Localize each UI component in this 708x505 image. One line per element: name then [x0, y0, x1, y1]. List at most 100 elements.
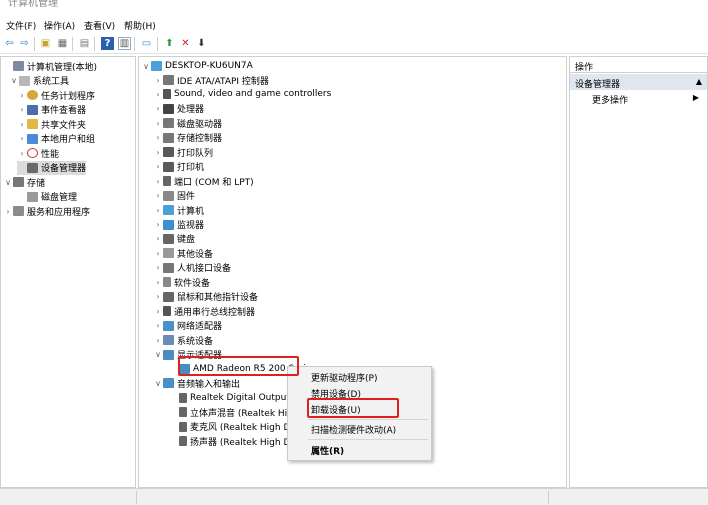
monitor-icon[interactable]: ▭ — [140, 37, 153, 50]
uninstall-icon[interactable]: ✕ — [179, 37, 192, 50]
cpu-icon — [163, 103, 174, 114]
expand-icon[interactable]: › — [153, 76, 163, 85]
device-category[interactable]: › 系统设备 — [153, 333, 213, 347]
expand-icon[interactable]: › — [3, 207, 13, 216]
expand-icon[interactable]: › — [17, 134, 27, 143]
menu-properties[interactable]: 属性(R) — [311, 444, 344, 457]
nav-item[interactable]: ∨ 系统工具 — [9, 74, 69, 88]
expand-icon[interactable]: › — [153, 234, 163, 243]
console-view-icon[interactable]: ▥ — [118, 37, 131, 50]
actions-section-device-manager[interactable]: 设备管理器 ▲ — [570, 74, 707, 90]
other-icon — [163, 248, 174, 259]
nav-item[interactable]: 设备管理器 — [17, 160, 87, 175]
expand-icon[interactable]: › — [153, 104, 163, 113]
device-category[interactable]: › 其他设备 — [153, 246, 213, 260]
menu-view[interactable]: 查看(V) — [84, 19, 115, 32]
nav-item[interactable]: › 服务和应用程序 — [3, 204, 90, 218]
nav-item[interactable]: 磁盘管理 — [17, 190, 77, 204]
nav-item[interactable]: 计算机管理(本地) — [3, 59, 97, 73]
expand-icon[interactable]: › — [153, 133, 163, 142]
collapse-up-icon[interactable]: ▲ — [696, 77, 702, 86]
show-tree-icon[interactable]: ▦ — [56, 37, 69, 50]
monitor-icon — [163, 219, 174, 230]
device-category[interactable]: › 网络适配器 — [153, 319, 222, 333]
device-category[interactable]: › 计算机 — [153, 203, 204, 217]
device-category[interactable]: › 存储控制器 — [153, 131, 222, 145]
more-actions-link[interactable]: 更多操作 — [592, 93, 628, 106]
update-driver-icon[interactable]: ⬆ — [163, 37, 176, 50]
device-category[interactable]: › 人机接口设备 — [153, 261, 231, 275]
expand-icon[interactable]: › — [153, 307, 163, 316]
nav-item[interactable]: › 本地用户和组 — [17, 132, 95, 146]
actions-header: 操作 — [570, 57, 707, 73]
expand-icon[interactable]: › — [17, 120, 27, 129]
nav-item[interactable]: ∨ 存储 — [3, 175, 45, 189]
nav-item[interactable]: › 事件查看器 — [17, 103, 86, 117]
device-category[interactable]: ∨ 音频输入和输出 — [153, 376, 240, 390]
expand-icon[interactable]: › — [153, 191, 163, 200]
menu-bar: 文件(F) 操作(A) 查看(V) 帮助(H) — [0, 16, 708, 34]
device-category[interactable]: › 磁盘驱动器 — [153, 116, 222, 130]
status-bar — [0, 488, 708, 505]
expand-icon[interactable]: › — [153, 278, 163, 287]
collapse-icon[interactable]: ∨ — [141, 62, 151, 71]
menu-file[interactable]: 文件(F) — [6, 19, 36, 32]
device-category[interactable]: › 端口 (COM 和 LPT) — [153, 174, 254, 188]
expand-icon[interactable]: › — [153, 220, 163, 229]
expand-icon[interactable]: › — [153, 119, 163, 128]
collapse-icon[interactable]: ∨ — [9, 76, 19, 85]
expand-icon[interactable]: › — [153, 177, 163, 186]
download-icon[interactable]: ⬇ — [195, 37, 208, 50]
menu-action[interactable]: 操作(A) — [44, 19, 75, 32]
device-category[interactable]: › 监视器 — [153, 218, 204, 232]
expand-icon[interactable]: › — [153, 206, 163, 215]
expand-icon[interactable]: › — [17, 105, 27, 114]
device-category[interactable]: › 打印队列 — [153, 145, 213, 159]
nav-item-label: 计算机管理(本地) — [27, 62, 98, 73]
device-category[interactable]: › 软件设备 — [153, 275, 210, 289]
menu-separator — [308, 419, 428, 420]
properties-icon[interactable]: ▤ — [78, 37, 91, 50]
sys-icon — [163, 335, 174, 346]
device-category[interactable]: › 鼠标和其他指针设备 — [153, 290, 258, 304]
gpu-icon — [163, 349, 174, 360]
expand-icon[interactable]: › — [17, 149, 27, 158]
device-category[interactable]: › 键盘 — [153, 232, 195, 246]
device-category[interactable]: › 打印机 — [153, 160, 204, 174]
expand-icon[interactable]: › — [153, 148, 163, 157]
device-item[interactable]: Realtek Digital Output — [169, 391, 290, 405]
usb-icon — [163, 306, 171, 317]
device-category[interactable]: › 通用串行总线控制器 — [153, 304, 255, 318]
spk-icon — [179, 436, 187, 447]
expand-icon[interactable]: › — [153, 162, 163, 171]
menu-help[interactable]: 帮助(H) — [124, 19, 156, 32]
window-title: 计算机管理 — [8, 0, 58, 9]
collapse-icon[interactable]: ∨ — [153, 350, 163, 359]
help-icon[interactable]: ? — [101, 37, 114, 50]
expand-icon[interactable]: › — [17, 91, 27, 100]
device-root[interactable]: ∨ DESKTOP-KU6UN7A — [141, 59, 253, 73]
menu-update-driver[interactable]: 更新驱动程序(P) — [311, 371, 377, 384]
expand-icon[interactable]: › — [153, 263, 163, 272]
device-category[interactable]: › IDE ATA/ATAPI 控制器 — [153, 73, 269, 87]
menu-scan-hardware[interactable]: 扫描检测硬件改动(A) — [311, 423, 396, 436]
device-category[interactable]: › 处理器 — [153, 102, 204, 116]
device-category[interactable]: › 固件 — [153, 189, 195, 203]
device-category-label: 打印队列 — [177, 148, 214, 159]
nav-item[interactable]: › 任务计划程序 — [17, 88, 95, 102]
actions-section-label: 设备管理器 — [575, 80, 621, 90]
expand-icon[interactable]: › — [153, 249, 163, 258]
port-icon — [163, 176, 171, 187]
expand-icon[interactable]: › — [153, 321, 163, 330]
collapse-icon[interactable]: ∨ — [153, 379, 163, 388]
expand-icon[interactable]: › — [153, 292, 163, 301]
device-category[interactable]: › Sound, video and game controllers — [153, 87, 331, 101]
expand-icon[interactable]: › — [153, 336, 163, 345]
expand-icon[interactable]: › — [153, 90, 163, 99]
back-icon[interactable]: ⇦ — [3, 37, 16, 50]
forward-icon[interactable]: ⇨ — [18, 37, 31, 50]
nav-item[interactable]: › 共享文件夹 — [17, 117, 86, 131]
collapse-icon[interactable]: ∨ — [3, 178, 13, 187]
nav-item[interactable]: › 性能 — [17, 146, 59, 160]
up-folder-icon[interactable]: ▣ — [39, 37, 52, 50]
